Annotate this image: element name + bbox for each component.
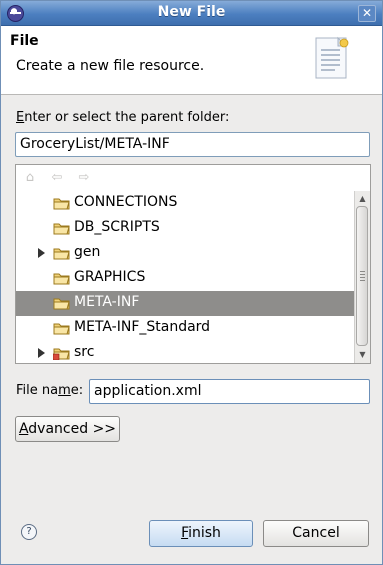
tree-toolbar: ⌂ ⇦ ⇨ [16,165,356,191]
folder-tree[interactable]: ⌂ ⇦ ⇨ CONNECTIONS DB_SCRIPTSgen GRAPHICS ME… [15,164,371,364]
parent-folder-label-text: nter or select the parent folder: [24,110,230,125]
help-icon[interactable]: ? [21,524,37,540]
source-folder-icon [53,348,70,360]
folder-icon [53,223,70,235]
expand-arrow-icon[interactable] [38,348,45,358]
tree-item[interactable]: DB_SCRIPTS [16,216,355,241]
tree-scrollbar[interactable]: ▲ ▼ [354,191,370,363]
folder-icon [53,298,70,310]
wizard-description: Create a new file resource. [16,58,205,74]
folder-icon [53,248,70,260]
home-icon[interactable]: ⌂ [22,171,38,185]
close-button[interactable]: ✕ [358,5,376,22]
tree-item[interactable]: META-INF_Standard [16,316,355,341]
new-file-icon [315,36,349,79]
tree-item[interactable]: src [16,341,355,363]
advanced-label: dvanced >> [28,421,117,437]
expand-arrow-icon[interactable] [38,248,45,258]
tree-item[interactable]: gen [16,241,355,266]
tree-item[interactable]: GRAPHICS [16,266,355,291]
finish-button[interactable]: Finish [149,520,253,547]
advanced-mnemonic: A [18,421,29,437]
parent-folder-input[interactable]: GroceryList/META-INF [15,132,370,157]
forward-icon[interactable]: ⇨ [76,171,92,185]
file-name-label-mnemonic: m [58,383,71,398]
file-name-label: File name: [16,383,83,398]
parent-folder-label: Enter or select the parent folder: [16,110,229,125]
advanced-button[interactable]: Advanced >> [15,416,120,442]
tree-item-label: gen [74,244,101,260]
tree-item-label: src [74,344,95,360]
scroll-down-icon[interactable]: ▼ [357,350,368,359]
wizard-header: File Create a new file resource. [1,26,382,95]
tree-item[interactable]: META-INF [16,291,355,316]
parent-folder-label-mnemonic: E [16,110,25,125]
finish-label: inish [188,525,221,541]
tree-item-label: META-INF [74,294,140,310]
file-name-label-prefix: File na [16,383,59,398]
scroll-up-icon[interactable]: ▲ [357,194,368,203]
tree-item-label: DB_SCRIPTS [74,219,160,235]
cancel-button[interactable]: Cancel [263,520,369,547]
tree-item[interactable]: CONNECTIONS [16,191,355,216]
folder-icon [53,273,70,285]
file-name-input[interactable]: application.xml [89,379,370,404]
back-icon[interactable]: ⇦ [49,171,65,185]
wizard-title: File [10,33,39,49]
scrollbar-thumb[interactable] [356,206,368,346]
file-name-label-suffix: e: [70,383,84,398]
tree-item-label: CONNECTIONS [74,194,178,210]
title-bar[interactable]: New File ✕ [1,1,382,26]
new-file-dialog: New File ✕ File Create a new file resour… [0,0,383,565]
tree-item-label: GRAPHICS [74,269,146,285]
folder-icon [53,198,70,210]
window-title: New File [157,4,226,20]
folder-icon [53,323,70,335]
tree-item-label: META-INF_Standard [74,319,211,335]
